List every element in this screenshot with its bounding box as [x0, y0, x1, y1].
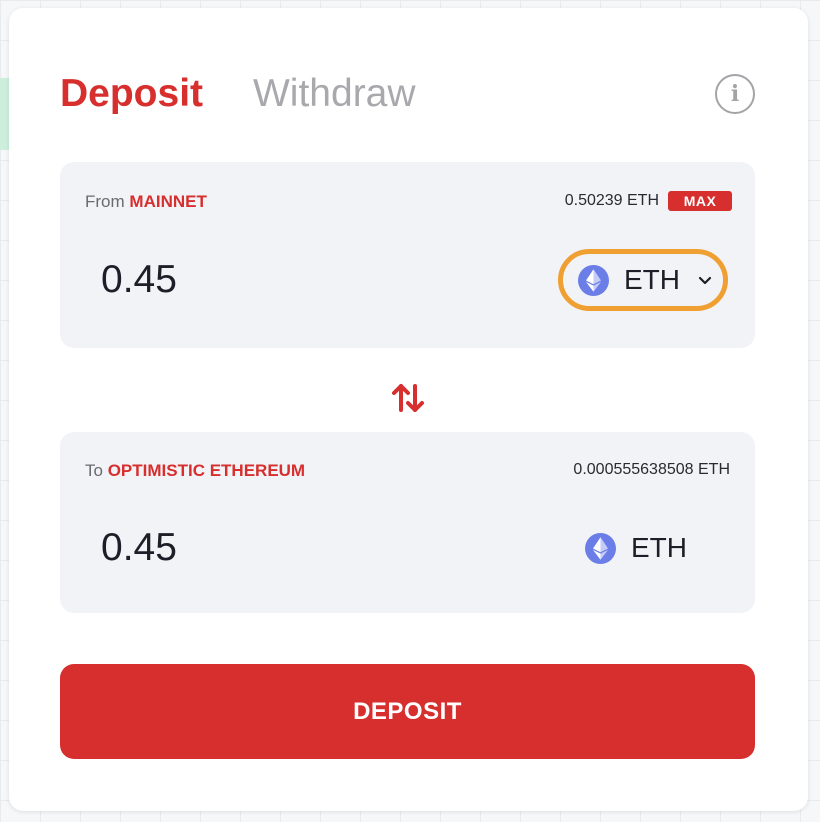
to-network-label: To OPTIMISTIC ETHEREUM — [85, 461, 305, 481]
ethereum-icon — [578, 264, 609, 296]
to-token-name: ETH — [631, 532, 687, 563]
swap-vertical-arrows-icon[interactable] — [390, 380, 426, 416]
deposit-button[interactable]: DEPOSIT — [60, 664, 755, 759]
from-network-label: From MAINNET — [85, 192, 207, 212]
to-network: OPTIMISTIC ETHEREUM — [107, 461, 306, 480]
from-prefix: From — [85, 192, 125, 211]
to-amount: 0.45 — [101, 526, 177, 569]
from-token-name: ETH — [624, 264, 680, 295]
token-select-dropdown[interactable]: ETH — [558, 249, 728, 311]
from-panel: From MAINNET 0.50239 ETH MAX 0.45 ETH — [60, 162, 755, 348]
bridge-card: Deposit Withdraw i From MAINNET 0.50239 … — [9, 8, 808, 811]
ethereum-icon — [585, 532, 616, 564]
to-balance: 0.000555638508 ETH — [573, 461, 730, 478]
to-panel: To OPTIMISTIC ETHEREUM 0.000555638508 ET… — [60, 432, 755, 613]
to-prefix: To — [85, 461, 103, 480]
from-network: MAINNET — [129, 192, 207, 211]
tab-withdraw[interactable]: Withdraw — [253, 72, 416, 116]
info-icon[interactable]: i — [715, 74, 755, 114]
from-balance: 0.50239 ETH — [564, 192, 659, 209]
max-button[interactable]: MAX — [668, 191, 732, 211]
from-amount-input[interactable]: 0.45 — [101, 258, 177, 302]
tab-deposit[interactable]: Deposit — [60, 72, 203, 116]
to-token: ETH — [585, 532, 687, 564]
chevron-down-icon — [698, 276, 712, 285]
